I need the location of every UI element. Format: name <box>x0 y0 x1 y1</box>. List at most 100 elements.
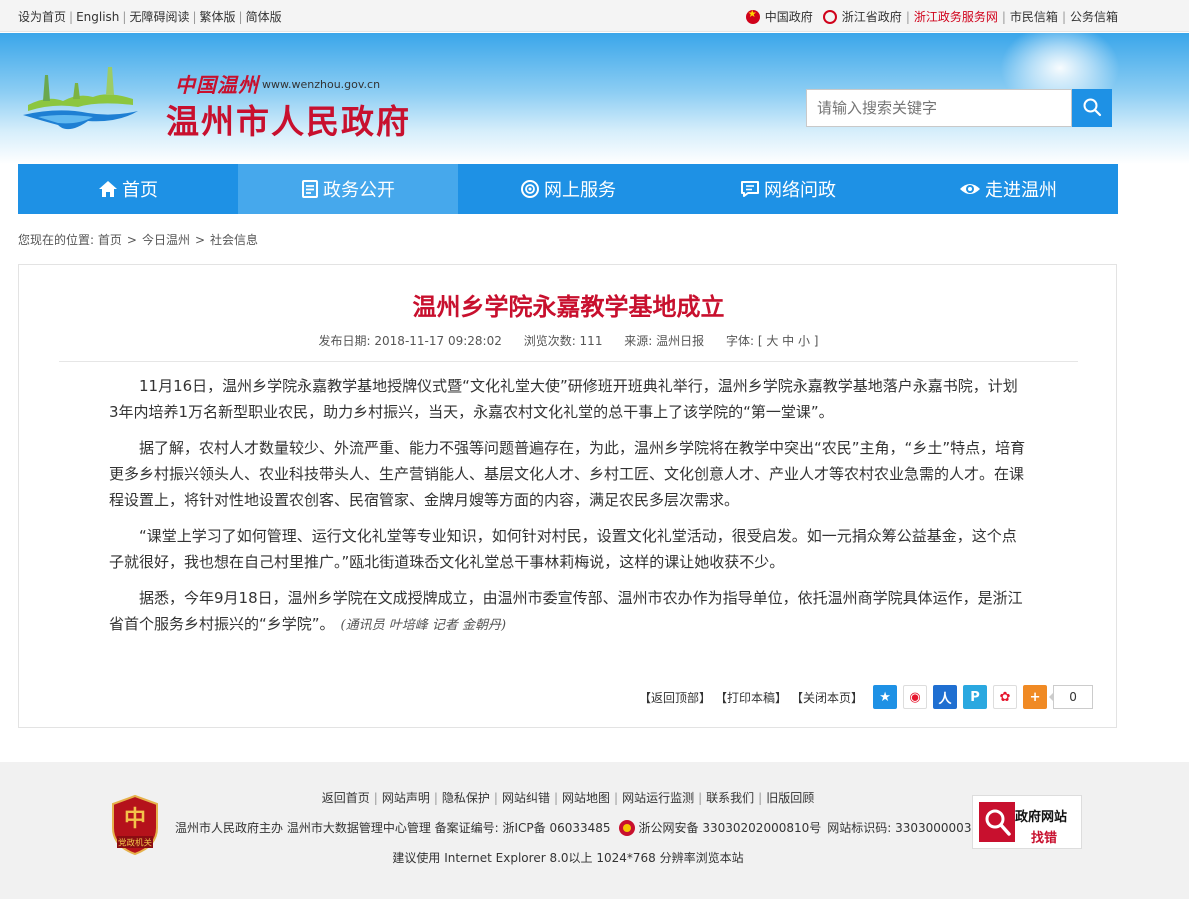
official-mailbox-link[interactable]: 公务信箱 <box>1070 8 1118 25</box>
document-icon <box>302 180 318 198</box>
eye-icon <box>960 184 980 194</box>
browser-recommendation: 建议使用 Internet Explorer 8.0以上 1024*768 分辨… <box>392 851 744 865</box>
footer-links: 返回首页 | 网站声明 | 隐私保护 | 网站纠错 | 网站地图 | 网站运行监测 | 联系我们 | 旧版回… <box>0 789 1136 806</box>
nav-explore-wenzhou[interactable]: 走进温州 <box>898 164 1118 214</box>
nav-online-services[interactable]: 网上服务 <box>458 164 678 214</box>
search-input[interactable] <box>806 89 1072 127</box>
breadcrumb-prefix: 您现在的位置: <box>18 233 95 247</box>
magnifier-icon <box>979 802 1015 842</box>
back-to-top-link[interactable]: 【返回顶部】 <box>639 689 711 706</box>
svg-text:党政机关: 党政机关 <box>118 838 153 849</box>
gov-website-label: 政府网站 <box>1015 810 1068 825</box>
set-homepage-link[interactable]: 设为首页 <box>18 10 66 24</box>
svg-text:中: 中 <box>124 807 146 832</box>
logo-url: www.wenzhou.gov.cn <box>262 78 381 91</box>
article-source: 来源: 温州日报 <box>624 334 705 348</box>
separator: | <box>238 10 243 24</box>
nav-home[interactable]: 首页 <box>18 164 238 214</box>
footer-link-contact[interactable]: 联系我们 <box>706 791 754 805</box>
article-meta: 发布日期: 2018-11-17 09:28:02 浏览次数: 111 来源: … <box>19 332 1118 349</box>
footer-link-monitoring[interactable]: 网站运行监测 <box>622 791 694 805</box>
breadcrumb-today-wenzhou[interactable]: 今日温州 <box>142 233 190 247</box>
separator: | <box>1061 9 1066 24</box>
china-gov-label: 中国政府 <box>764 10 813 24</box>
more-share-icon[interactable]: + <box>1023 685 1048 709</box>
breadcrumb-home[interactable]: 首页 <box>98 233 122 247</box>
article-tools: 【返回顶部】 【打印本稿】 【关闭本页】 ★ ◉ 人 P ✿ + 0 <box>639 684 1094 710</box>
logo-china-wenzhou: 中国温州 <box>175 73 259 97</box>
separator: | <box>553 791 559 805</box>
nav-online-inquiry[interactable]: 网络问政 <box>678 164 898 214</box>
icp-registration: 温州市人民政府主办 温州市大数据管理中心管理 备案证编号: 浙ICP备 0603… <box>175 821 611 835</box>
weibo-share-icon[interactable]: ◉ <box>903 685 928 709</box>
article-paragraph: 据了解，农村人才数量较少、外流严重、能力不强等问题普遍存在，为此，温州乡学院将在… <box>109 439 1026 509</box>
nav-home-label: 首页 <box>122 180 158 201</box>
footer-link-statement[interactable]: 网站声明 <box>382 791 430 805</box>
police-registration[interactable]: 浙公网安备 33030202000810号 <box>639 819 822 836</box>
article-body: 11月16日，温州乡学院永嘉教学基地授牌仪式暨“文化礼堂大使”研修班开班典礼举行… <box>109 373 1027 649</box>
top-left-links: 设为首页 | English | 无障碍阅读 | 繁体版 | 简体版 <box>18 8 282 25</box>
nav-government-affairs[interactable]: 政务公开 <box>238 164 458 214</box>
wenzhou-logo-icon[interactable] <box>18 65 143 135</box>
divider <box>59 361 1078 362</box>
font-size-switch[interactable]: 字体: [ 大 中 小 ] <box>726 334 818 348</box>
close-page-link[interactable]: 【关闭本页】 <box>791 689 863 706</box>
article-byline: (通讯员 叶培峰 记者 金朝丹) <box>340 618 507 633</box>
nav-explore-wenzhou-label: 走进温州 <box>985 180 1057 201</box>
search-button[interactable] <box>1072 89 1112 127</box>
footer-link-sitemap[interactable]: 网站地图 <box>562 791 610 805</box>
separator: | <box>69 10 74 24</box>
print-link[interactable]: 【打印本稿】 <box>715 689 787 706</box>
nav-government-affairs-label: 政务公开 <box>323 180 395 201</box>
find-error-label: 找错 <box>1031 831 1058 846</box>
zhejiang-gov-link[interactable]: 浙江省政府 <box>822 8 902 25</box>
separator: | <box>614 791 619 805</box>
simplified-chinese-link[interactable]: 简体版 <box>246 10 282 24</box>
footer-link-error-report[interactable]: 网站纠错 <box>502 791 550 805</box>
breadcrumb: 您现在的位置: 首页 > 今日温州 > 社会信息 <box>18 231 258 248</box>
article-paragraph: 11月16日，温州乡学院永嘉教学基地授牌仪式暨“文化礼堂大使”研修班开班典礼举行… <box>109 377 1018 421</box>
search-icon <box>1083 98 1102 116</box>
traditional-chinese-link[interactable]: 繁体版 <box>200 10 236 24</box>
top-bar: 设为首页|English|无障碍阅读|繁体版|简体版 中国政府 浙江省政府 | … <box>0 0 1189 32</box>
article-paragraph: 据悉，今年9月18日，温州乡学院在文成授牌成立，由温州市委宣传部、温州市农办作为… <box>109 585 1027 639</box>
chat-icon <box>741 181 759 197</box>
site-footer: 返回首页 | 网站声明 | 隐私保护 | 网站纠错 | 网站地图 | 网站运行监测 | 联系我们 | 旧版回… <box>0 762 1189 899</box>
separator: | <box>192 10 197 24</box>
zhejiang-service-link[interactable]: 浙江政务服务网 <box>914 8 998 25</box>
article-title: 温州乡学院永嘉教学基地成立 <box>412 293 725 321</box>
article-paragraph-text: 据悉，今年9月18日，温州乡学院在文成授牌成立，由温州市委宣传部、温州市农办作为… <box>109 589 1023 633</box>
separator: | <box>433 791 438 805</box>
renren-share-icon[interactable]: 人 <box>933 685 958 709</box>
tencent-weibo-share-icon[interactable]: ✿ <box>993 685 1018 709</box>
party-government-badge-icon[interactable]: 中 党政机关 <box>109 794 161 856</box>
china-gov-link[interactable]: 中国政府 <box>745 8 813 25</box>
gov-website-error-report-badge[interactable]: 政府网站 找错 <box>972 795 1082 849</box>
footer-link-home[interactable]: 返回首页 <box>322 791 370 805</box>
separator: | <box>905 9 910 24</box>
mayor-mailbox-link[interactable]: 市民信箱 <box>1010 8 1058 25</box>
view-count: 浏览次数: 111 <box>523 334 603 348</box>
nav-online-services-label: 网上服务 <box>544 180 616 201</box>
separator: | <box>373 791 378 805</box>
footer-link-privacy[interactable]: 隐私保护 <box>442 791 490 805</box>
article-paragraph: “课堂上学习了如何管理、运行文化礼堂等专业知识，如何针对村民，设置文化礼堂活动，… <box>109 527 1017 571</box>
site-title[interactable]: 温州市人民政府 <box>166 95 411 143</box>
english-link[interactable]: English <box>76 10 119 24</box>
breadcrumb-social-info[interactable]: 社会信息 <box>210 233 258 247</box>
share-count: 0 <box>1049 685 1094 709</box>
qzone-share-icon[interactable]: ★ <box>873 685 898 709</box>
accessible-reading-link[interactable]: 无障碍阅读 <box>129 10 189 24</box>
site-id-code: 网站标识码: 3303000003 <box>827 821 972 835</box>
site-header: 中国温州 www.wenzhou.gov.cn 温州市人民政府 <box>0 33 1189 164</box>
nav-online-inquiry-label: 网络问政 <box>764 180 836 201</box>
breadcrumb-separator: > <box>126 233 137 247</box>
article-container: 温州乡学院永嘉教学基地成立 发布日期: 2018-11-17 09:28:02 … <box>18 264 1117 728</box>
tencent-share-icon[interactable]: P <box>963 685 988 709</box>
separator: | <box>698 791 703 805</box>
zhejiang-emblem-icon <box>822 9 837 24</box>
footer-link-old-version[interactable]: 旧版回顾 <box>766 791 814 805</box>
national-emblem-icon <box>745 9 760 24</box>
main-nav: 首页 政务公开 网上服务 网络问政 走进温州 <box>18 164 1118 214</box>
separator: | <box>1001 9 1006 24</box>
